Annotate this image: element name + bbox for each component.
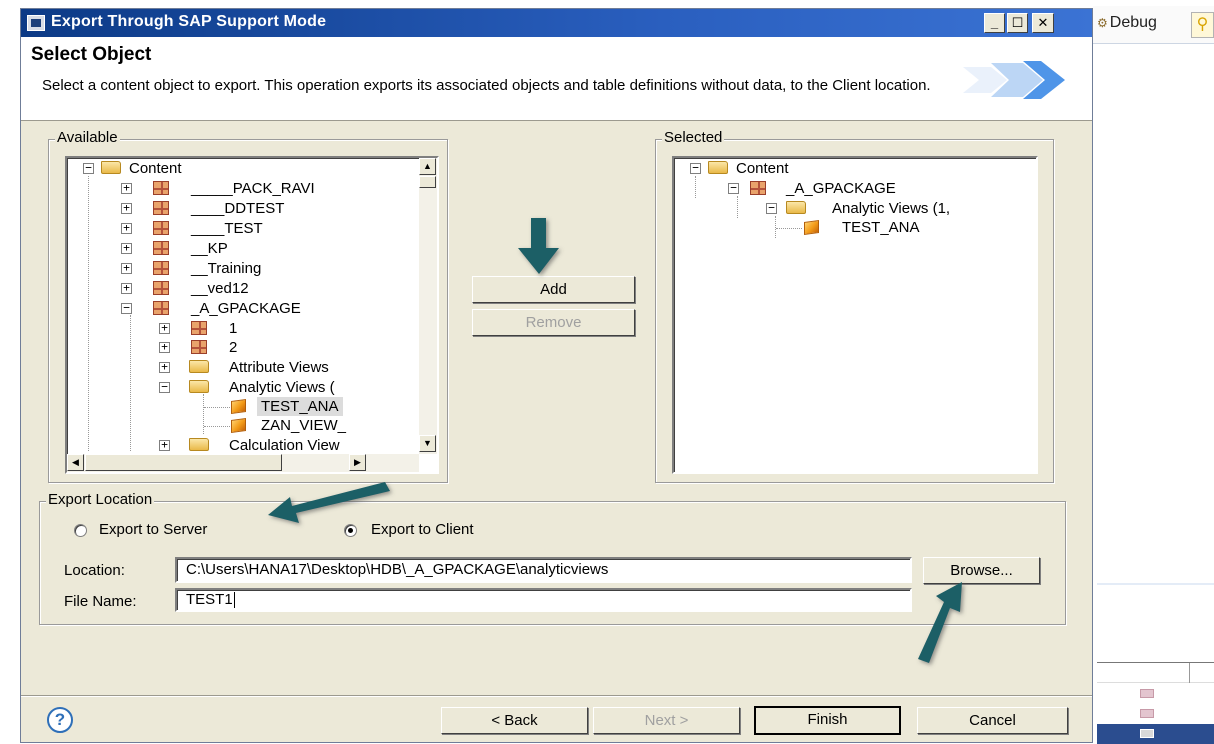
scroll-up-icon[interactable]: ▲: [419, 158, 436, 175]
package-icon: [153, 201, 169, 215]
row-icon: [1140, 689, 1154, 698]
debug-perspective-tab[interactable]: ⚙ Debug: [1097, 14, 1157, 32]
package-icon: [153, 241, 169, 255]
next-button[interactable]: Next >: [593, 707, 740, 734]
close-icon[interactable]: ✕: [1032, 13, 1054, 33]
collapse-icon[interactable]: −: [690, 162, 701, 174]
page-title: Select Object: [31, 44, 152, 65]
minimize-icon[interactable]: _: [984, 13, 1005, 33]
location-label: Location:: [64, 562, 125, 579]
wizard-banner-icon: [963, 61, 1065, 99]
expand-icon[interactable]: +: [121, 202, 132, 214]
package-icon: [153, 221, 169, 235]
export-to-server-radio[interactable]: [74, 524, 87, 537]
file-name-label: File Name:: [64, 593, 137, 610]
debug-icon: ⚙: [1097, 16, 1108, 30]
export-location-label: Export Location: [46, 491, 155, 508]
add-button[interactable]: Add: [472, 276, 635, 303]
expand-icon[interactable]: +: [121, 182, 132, 194]
folder-open-icon: [786, 201, 806, 214]
browse-button[interactable]: Browse...: [923, 557, 1040, 584]
expand-icon[interactable]: +: [121, 262, 132, 274]
folder-icon: [189, 438, 209, 451]
cancel-button[interactable]: Cancel: [917, 707, 1068, 734]
footer-separator: [21, 695, 1092, 697]
collapse-icon[interactable]: −: [766, 202, 777, 214]
expand-icon[interactable]: +: [159, 361, 170, 373]
selected-tree[interactable]: − Content − _A_GPACKAGE − Analytic Views…: [672, 156, 1038, 474]
table-row[interactable]: [1097, 704, 1214, 724]
expand-icon[interactable]: +: [159, 439, 170, 451]
available-tree[interactable]: − Content + _____PACK_RAVI + ____DDTEST …: [65, 156, 439, 474]
export-to-client-radio[interactable]: [344, 524, 357, 537]
package-icon: [153, 181, 169, 195]
package-icon: [153, 261, 169, 275]
analytic-view-icon: [231, 398, 246, 415]
package-icon: [153, 281, 169, 295]
background-eclipse-window: [1093, 0, 1214, 743]
available-group: Available − Content + _____PACK_RAVI + _…: [48, 129, 448, 483]
expand-icon[interactable]: +: [121, 222, 132, 234]
remove-button[interactable]: Remove: [472, 309, 635, 336]
collapse-icon[interactable]: −: [159, 381, 170, 393]
analytic-view-icon: [804, 219, 819, 236]
scroll-down-icon[interactable]: ▼: [419, 435, 436, 452]
perspective-icon[interactable]: ⚲: [1191, 12, 1214, 38]
export-dialog: Export Through SAP Support Mode _ ☐ ✕ Se…: [20, 8, 1093, 743]
vertical-scrollbar[interactable]: ▲ ▼: [419, 158, 437, 454]
location-field[interactable]: C:\Users\HANA17\Desktop\HDB\_A_GPACKAGE\…: [175, 557, 912, 583]
collapse-icon[interactable]: −: [121, 302, 132, 314]
row-icon: [1140, 709, 1154, 718]
scroll-left-icon[interactable]: ◀: [67, 454, 84, 471]
dialog-titlebar[interactable]: Export Through SAP Support Mode _ ☐ ✕: [21, 9, 1092, 37]
wizard-header: Select Object Select a content object to…: [21, 37, 1092, 121]
background-table: [1097, 662, 1214, 744]
folder-open-icon: [708, 161, 728, 174]
package-icon: [153, 301, 169, 315]
selected-group: Selected − Content − _A_GPACKAGE − Analy…: [655, 129, 1054, 483]
table-row-selected[interactable]: [1097, 724, 1214, 744]
analytic-view-icon: [231, 417, 246, 434]
background-divider: [1097, 583, 1214, 585]
page-description: Select a content object to export. This …: [42, 77, 931, 94]
folder-icon: [189, 360, 209, 373]
package-icon: [750, 181, 766, 195]
horizontal-scrollbar[interactable]: ◀ ▶: [67, 454, 419, 472]
question-mark-icon[interactable]: ?: [47, 707, 73, 733]
back-button[interactable]: < Back: [441, 707, 588, 734]
package-icon: [191, 321, 207, 335]
export-location-group: Export Location Export to Server Export …: [39, 491, 1066, 625]
available-label: Available: [55, 129, 120, 146]
expand-icon[interactable]: +: [159, 341, 170, 353]
selected-label: Selected: [662, 129, 725, 146]
expand-icon[interactable]: +: [121, 242, 132, 254]
maximize-icon[interactable]: ☐: [1007, 13, 1028, 33]
export-to-client-label[interactable]: Export to Client: [371, 521, 474, 538]
expand-icon[interactable]: +: [159, 322, 170, 334]
table-row[interactable]: [1097, 684, 1214, 704]
file-name-field[interactable]: TEST1: [175, 588, 912, 612]
dialog-title: Export Through SAP Support Mode: [51, 13, 327, 30]
scroll-thumb[interactable]: [419, 176, 436, 188]
collapse-icon[interactable]: −: [728, 182, 739, 194]
package-icon: [191, 340, 207, 354]
scroll-right-icon[interactable]: ▶: [349, 454, 366, 471]
folder-open-icon: [101, 161, 121, 174]
finish-button[interactable]: Finish: [754, 706, 901, 735]
folder-open-icon: [189, 380, 209, 393]
expand-icon[interactable]: +: [121, 282, 132, 294]
row-icon: [1140, 729, 1154, 738]
window-icon: [27, 15, 45, 31]
collapse-icon[interactable]: −: [83, 162, 94, 174]
text-cursor: [233, 592, 235, 609]
export-to-server-label[interactable]: Export to Server: [99, 521, 207, 538]
scroll-thumb[interactable]: [85, 454, 282, 471]
table-row: [1097, 663, 1214, 683]
